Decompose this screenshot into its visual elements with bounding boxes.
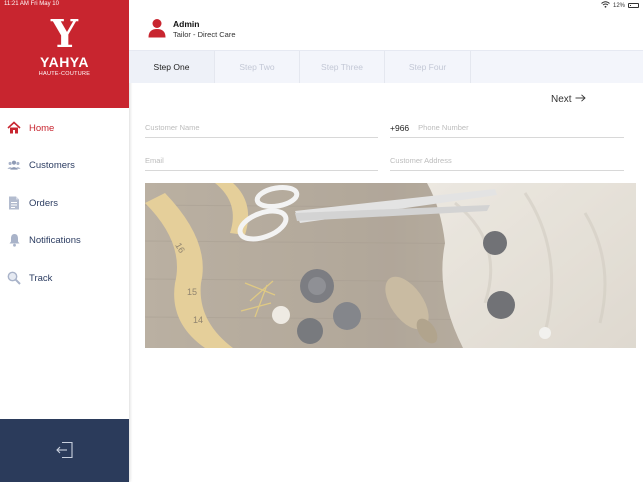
address-field[interactable] [390,151,624,171]
phone-input[interactable] [418,123,624,132]
tab-step-one[interactable]: Step One [129,51,215,83]
sidebar-item-orders[interactable]: Orders [0,188,129,218]
status-time: 11:21 AM Fri May 10 [4,1,59,7]
user-role: Tailor - Direct Care [173,30,236,39]
bell-icon [7,233,21,247]
battery-icon [628,3,639,8]
sidebar-item-label: Notifications [29,234,81,246]
user-name: Admin [173,19,200,29]
country-code[interactable]: +966 [390,123,409,133]
avatar [148,18,166,38]
tailoring-hero-image: 16 15 14 [145,183,636,348]
sidebar-item-customers[interactable]: Customers [0,150,129,180]
sidebar: Y YAHYA HAUTE-COUTURE Home Customers Ord… [0,0,129,482]
sidebar-item-home[interactable]: Home [0,113,129,143]
sidebar-item-track[interactable]: Track [0,263,129,293]
sidebar-item-notifications[interactable]: Notifications [0,225,129,255]
app-screen: Y YAHYA HAUTE-COUTURE Home Customers Ord… [0,0,643,482]
sidebar-item-label: Track [29,272,53,284]
sidebar-item-label: Customers [29,159,75,171]
sidebar-item-label: Orders [29,197,59,209]
battery-percentage: 12% [612,2,625,9]
document-icon [7,196,21,210]
tab-step-four[interactable]: Step Four [385,51,471,83]
tab-step-two[interactable]: Step Two [215,51,300,83]
logout-icon[interactable] [56,441,74,459]
step-tabs: Step One Step Two Step Three Step Four [129,50,643,83]
logo-tagline: HAUTE-COUTURE [38,71,91,77]
email-field[interactable] [145,151,378,171]
users-icon [7,158,21,172]
address-input[interactable] [390,156,624,165]
logo-name: YAHYA [40,54,89,70]
brand-logo: Y YAHYA HAUTE-COUTURE [0,0,129,108]
wifi-icon [601,1,610,10]
sidebar-footer [0,419,129,482]
search-icon [7,271,21,285]
phone-field[interactable]: +966 [390,118,624,138]
tab-step-three[interactable]: Step Three [300,51,385,83]
customer-name-field[interactable] [145,118,378,138]
home-icon [7,121,21,135]
logo-monogram: Y [50,11,79,56]
next-button[interactable]: Next [551,94,586,105]
email-input[interactable] [145,156,378,165]
app-header: Admin Tailor - Direct Care [129,0,643,50]
customer-name-input[interactable] [145,123,378,132]
next-label: Next [551,94,572,105]
status-indicators: 12% [601,1,639,10]
arrow-right-icon [575,94,586,105]
sidebar-item-label: Home [29,122,55,134]
